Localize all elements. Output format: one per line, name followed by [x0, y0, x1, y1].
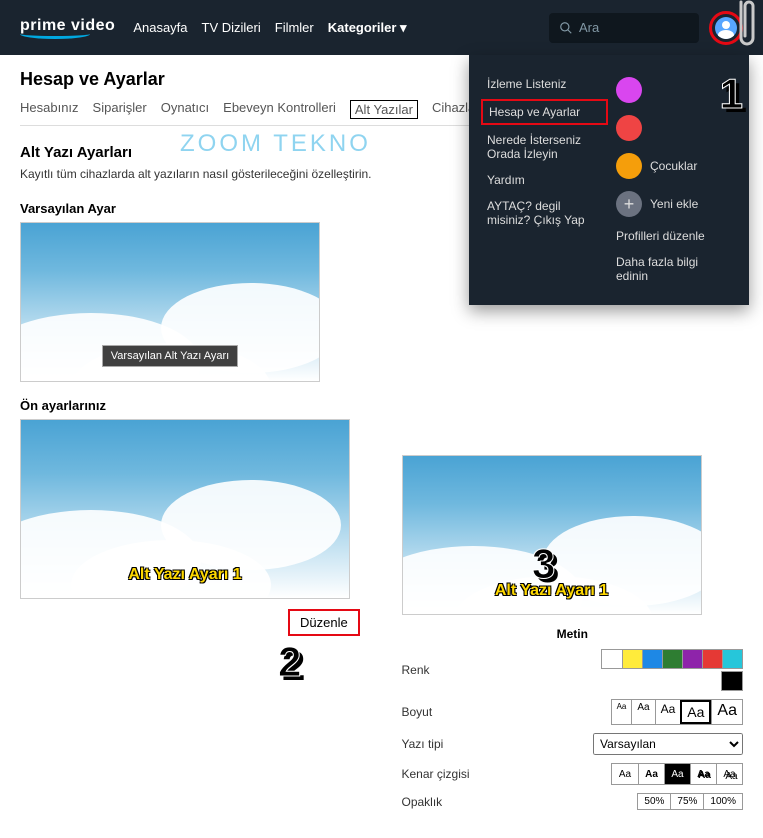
top-nav: Anasayfa TV Dizileri Filmler Kategoriler…: [133, 20, 406, 36]
profile-1[interactable]: [616, 71, 731, 109]
dd-edit-profiles[interactable]: Profilleri düzenle: [616, 223, 731, 249]
edge-none[interactable]: Aa: [612, 764, 638, 784]
profile-dot-icon: [616, 77, 642, 103]
dd-watch-anywhere[interactable]: Nerede İsterseniz Orada İzleyin: [487, 127, 602, 167]
default-preview[interactable]: Varsayılan Alt Yazı Ayarı: [20, 222, 320, 382]
opacity-options: 50% 75% 100%: [637, 793, 743, 810]
preset1-caption: Alt Yazı Ayarı 1: [128, 566, 241, 584]
color-black[interactable]: [722, 672, 742, 690]
chevron-down-icon: ▾: [400, 20, 407, 35]
size-3[interactable]: Aa: [655, 700, 681, 724]
nav-tv[interactable]: TV Dizileri: [202, 20, 261, 36]
dd-account-settings[interactable]: Hesap ve Ayarlar: [481, 99, 608, 125]
logo[interactable]: prime video: [20, 17, 133, 39]
search-box[interactable]: Ara: [549, 13, 699, 43]
font-label: Yazı tipi: [402, 737, 482, 751]
header-bar: prime video Anasayfa TV Dizileri Filmler…: [0, 0, 763, 55]
edge-drop[interactable]: Aa: [716, 764, 742, 784]
profile-2[interactable]: [616, 109, 731, 147]
annotation-marker-1: 1: [720, 70, 743, 118]
size-label: Boyut: [402, 705, 482, 719]
edge-label: Kenar çizgisi: [402, 767, 482, 781]
profile-add-new[interactable]: +Yeni ekle: [616, 185, 731, 223]
presets-label: Ön ayarlarınız: [20, 398, 362, 413]
controls-header: Metin: [402, 627, 744, 641]
edge-options: Aa Aa Aa Aa Aa: [611, 763, 743, 785]
size-4[interactable]: Aa: [680, 700, 711, 724]
edit-button[interactable]: Düzenle: [288, 609, 360, 636]
color-purple[interactable]: [682, 650, 702, 668]
size-2[interactable]: Aa: [631, 700, 654, 724]
plus-icon: +: [616, 191, 642, 217]
font-select[interactable]: Varsayılan: [593, 733, 743, 755]
profile-avatar-icon[interactable]: [715, 17, 737, 39]
preset1-preview-left[interactable]: Alt Yazı Ayarı 1: [20, 419, 350, 599]
default-setting-label: Varsayılan Ayar: [20, 201, 362, 216]
edge-depressed[interactable]: Aa: [664, 764, 690, 784]
nav-categories[interactable]: Kategoriler ▾: [328, 20, 407, 36]
tab-parental[interactable]: Ebeveyn Kontrolleri: [223, 100, 336, 119]
annotation-marker-2: 2: [278, 638, 301, 686]
nav-home[interactable]: Anasayfa: [133, 20, 187, 36]
profile-kids[interactable]: Çocuklar: [616, 147, 731, 185]
color-white[interactable]: [602, 650, 622, 668]
tab-subtitles[interactable]: Alt Yazılar: [350, 100, 418, 119]
size-5[interactable]: Aa: [711, 700, 742, 724]
preset1-preview-right[interactable]: Alt Yazı Ayarı 1: [402, 455, 702, 615]
nav-movies[interactable]: Filmler: [275, 20, 314, 36]
search-icon: [559, 21, 573, 35]
annotation-marker-3: 3: [532, 540, 555, 588]
edge-uniform[interactable]: Aa: [690, 764, 716, 784]
search-placeholder: Ara: [579, 20, 599, 35]
profile-dropdown: İzleme Listeniz Hesap ve Ayarlar Nerede …: [469, 55, 749, 305]
color-red[interactable]: [702, 650, 722, 668]
opacity-75[interactable]: 75%: [670, 794, 703, 809]
tab-player[interactable]: Oynatıcı: [161, 100, 209, 119]
dd-help[interactable]: Yardım: [487, 167, 602, 193]
color-blue[interactable]: [642, 650, 662, 668]
size-options: Aa Aa Aa Aa Aa: [611, 699, 743, 725]
opacity-50[interactable]: 50%: [638, 794, 670, 809]
color-swatches: [601, 649, 743, 669]
dd-watchlist[interactable]: İzleme Listeniz: [487, 71, 602, 97]
tab-orders[interactable]: Siparişler: [93, 100, 147, 119]
profile-dot-icon: [616, 153, 642, 179]
default-caption: Varsayılan Alt Yazı Ayarı: [102, 345, 238, 367]
tab-account[interactable]: Hesabınız: [20, 100, 79, 119]
edge-raised[interactable]: Aa: [638, 764, 664, 784]
dd-learn-more[interactable]: Daha fazla bilgi edinin: [616, 249, 731, 289]
color-cyan[interactable]: [722, 650, 742, 668]
color-label: Renk: [402, 663, 482, 677]
color-green[interactable]: [662, 650, 682, 668]
dd-signout[interactable]: AYTAÇ? degil misiniz? Çıkış Yap: [487, 193, 602, 233]
paperclip-decoration: [737, 0, 757, 52]
opacity-label: Opaklık: [402, 795, 482, 809]
opacity-100[interactable]: 100%: [703, 794, 742, 809]
color-yellow[interactable]: [622, 650, 642, 668]
profile-dot-icon: [616, 115, 642, 141]
size-1[interactable]: Aa: [612, 700, 632, 724]
